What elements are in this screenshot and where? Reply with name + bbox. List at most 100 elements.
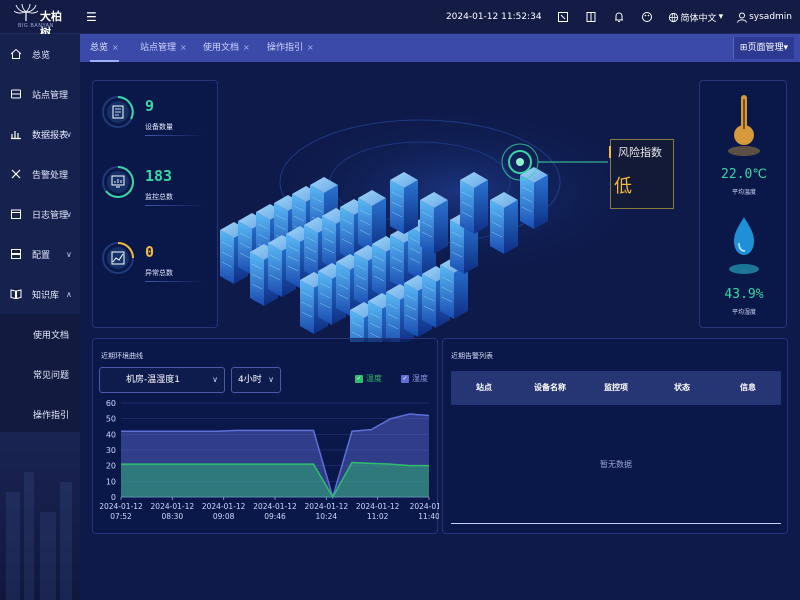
- y-tick-label: 10: [106, 477, 116, 486]
- sidebar-item-label: 数据报表: [32, 130, 69, 141]
- section-title: 近期环境曲线: [101, 352, 143, 360]
- logo[interactable]: 大柏树 BIG BANYAN: [12, 4, 72, 39]
- page-manage-button[interactable]: ⊞页面管理▾: [732, 37, 794, 59]
- sidebar-subitem-faq[interactable]: 常见问题: [0, 354, 80, 394]
- y-tick-label: 60: [106, 399, 116, 408]
- tab-label: 站点管理: [140, 43, 177, 53]
- chevron-down-icon: ∨: [66, 209, 72, 219]
- sidebar-item-overview[interactable]: 总览: [0, 34, 80, 74]
- stat-label: 异常总数: [145, 269, 173, 277]
- database-icon: [11, 89, 21, 99]
- book-icon: [10, 289, 22, 300]
- water-drop-icon: [729, 217, 759, 274]
- sidebar-item-reports[interactable]: 数据报表 ∨: [0, 114, 80, 154]
- section-title: 近期告警列表: [451, 352, 493, 360]
- x-tick-date: 2024-01-12: [356, 502, 400, 511]
- avg-humidity-label: 平均湿度: [731, 309, 756, 316]
- x-tick-time: 09:08: [213, 512, 235, 521]
- close-icon[interactable]: ×: [243, 43, 250, 52]
- risk-index-title: 风险指数: [618, 146, 662, 159]
- username: sysadmin: [749, 12, 792, 22]
- avg-temperature-value: 22.0℃: [721, 167, 767, 182]
- chevron-down-icon: ∨: [66, 249, 72, 259]
- sidebar-item-alarms[interactable]: 告警处理: [0, 154, 80, 194]
- x-tick-time: 07:52: [110, 512, 132, 521]
- environment-panel: 22.0℃ 平均温度 43.9% 平均湿度: [699, 80, 787, 328]
- checkbox-checked-icon: ✓: [355, 374, 363, 383]
- sidebar-subitem-docs[interactable]: 使用文档: [0, 314, 80, 354]
- chevron-down-icon: ∨: [212, 375, 218, 384]
- alarm-table-header: 站点 设备名称 监控项 状态 信息: [451, 371, 781, 405]
- document-icon: [102, 96, 134, 128]
- sidebar: 总览 站点管理 数据报表 ∨ 告警处理 日志管理 ∨ 配置 ∨ 知识库 ∧ 使用…: [0, 34, 80, 600]
- theme-palette-icon[interactable]: [640, 10, 654, 24]
- tab-guide[interactable]: 操作指引 ×: [267, 34, 314, 62]
- chevron-down-icon: ∨: [66, 129, 72, 139]
- tab-docs[interactable]: 使用文档 ×: [203, 34, 250, 62]
- sidebar-item-knowledge-base[interactable]: 知识库 ∧: [0, 274, 80, 314]
- close-icon[interactable]: ×: [180, 43, 187, 52]
- sidebar-item-config[interactable]: 配置 ∨: [0, 234, 80, 274]
- bell-icon[interactable]: [612, 10, 626, 24]
- series-area-温度: [121, 462, 429, 497]
- select-value: 4小时: [238, 375, 262, 385]
- chevron-down-icon: ∨: [268, 375, 274, 384]
- stat-value: 183: [145, 167, 173, 185]
- chevron-down-icon: ▾: [783, 43, 788, 53]
- bar-chart-icon: [11, 131, 21, 140]
- stat-exception-count: 0 异常总数: [101, 241, 211, 301]
- stat-value: 0: [145, 243, 155, 261]
- x-tick-time: 08:30: [162, 512, 184, 521]
- x-tick-date: 2024-01-12: [305, 502, 349, 511]
- close-icon[interactable]: ×: [307, 43, 314, 52]
- time-range-select[interactable]: 4小时 ∨: [231, 367, 281, 393]
- sidebar-background-art: [0, 432, 80, 600]
- legend-label: 温度: [366, 374, 382, 383]
- tab-overview[interactable]: 总览 ×: [90, 34, 119, 62]
- top-bar: 大柏树 BIG BANYAN ☰ 2024-01-12 11:52:34 简体中…: [0, 0, 800, 39]
- sidebar-item-logs[interactable]: 日志管理 ∨: [0, 194, 80, 234]
- y-tick-label: 0: [111, 493, 116, 502]
- stat-label: 监控总数: [145, 193, 173, 201]
- sidebar-item-label: 知识库: [32, 290, 60, 301]
- stat-value: 9: [145, 97, 155, 115]
- sidebar-subitem-guide[interactable]: 操作指引: [0, 394, 80, 434]
- x-tick-time: 11:40: [418, 512, 439, 521]
- globe-icon: [668, 12, 678, 22]
- legend-temperature[interactable]: ✓ 温度: [355, 373, 382, 384]
- y-tick-label: 40: [106, 430, 116, 439]
- column-header: 信息: [740, 383, 756, 392]
- empty-state-text: 暂无数据: [600, 460, 632, 469]
- environment-chart-panel: 近期环境曲线 机房-温湿度1 ∨ 4小时 ∨ ✓ 温度 ✓ 湿度 0 10 20 30…: [92, 338, 439, 534]
- sidebar-item-site-management[interactable]: 站点管理: [0, 74, 80, 114]
- x-tick-date: 2024-01-12: [253, 502, 297, 511]
- language-selector[interactable]: 简体中文 ▾: [668, 11, 723, 24]
- logo-tree-icon: [14, 4, 38, 21]
- x-tick-time: 09:46: [264, 512, 286, 521]
- user-menu[interactable]: sysadmin: [737, 12, 792, 23]
- user-icon: [737, 12, 748, 23]
- main-content: 9 设备数量 183 监控总数 0 异常总数 风险指数 低 22.0℃ 平均温度…: [80, 62, 800, 600]
- tab-site-management[interactable]: 站点管理 ×: [140, 34, 187, 62]
- fullscreen-icon[interactable]: [556, 10, 570, 24]
- sidebar-item-label: 日志管理: [32, 210, 69, 221]
- chevron-up-icon: ∧: [66, 289, 72, 299]
- avg-humidity-value: 43.9%: [724, 287, 764, 302]
- close-icon[interactable]: ×: [112, 43, 119, 52]
- tools-icon: [11, 169, 21, 179]
- tab-label: 使用文档: [203, 43, 240, 53]
- book-icon[interactable]: [584, 10, 598, 24]
- legend-humidity[interactable]: ✓ 湿度: [401, 373, 428, 384]
- y-tick-label: 20: [106, 462, 116, 471]
- sidebar-subitem-label: 操作指引: [33, 411, 70, 421]
- thermometer-icon: [728, 95, 760, 156]
- stats-panel: 9 设备数量 183 监控总数 0 异常总数: [92, 80, 218, 328]
- tab-label: 总览: [90, 43, 109, 53]
- monitor-chart-icon: [102, 166, 134, 198]
- menu-toggle-icon[interactable]: ☰: [86, 10, 97, 24]
- stat-monitor-count: 183 监控总数: [101, 165, 211, 225]
- select-value: 机房-温湿度1: [126, 375, 180, 385]
- logo-subtitle: BIG BANYAN: [18, 23, 54, 29]
- room-select[interactable]: 机房-温湿度1 ∨: [99, 367, 225, 393]
- sidebar-item-label: 配置: [32, 250, 51, 261]
